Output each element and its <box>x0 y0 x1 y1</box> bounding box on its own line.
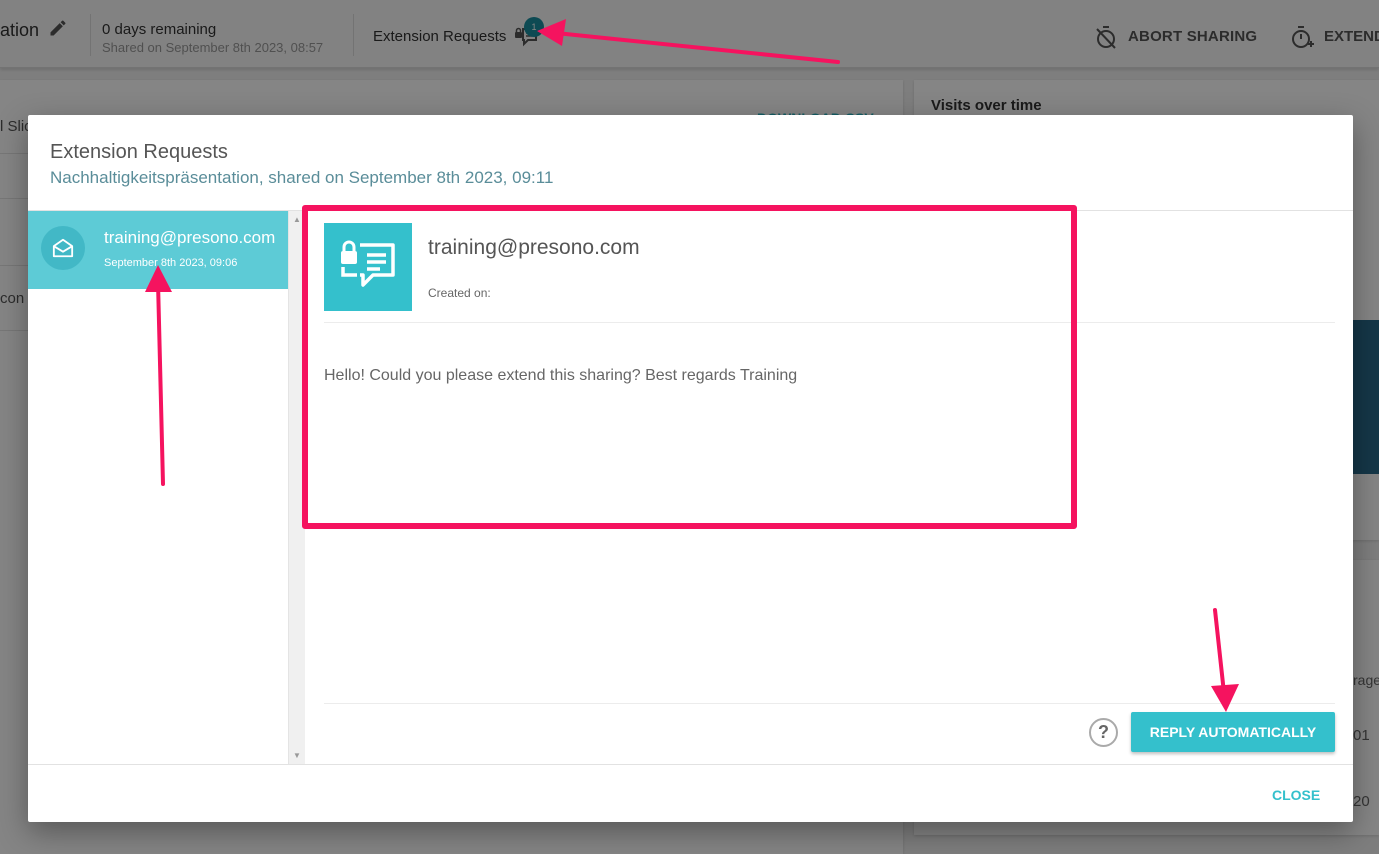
scroll-up-icon[interactable]: ▲ <box>293 215 301 224</box>
avatar <box>41 226 85 270</box>
divider <box>28 764 1353 765</box>
dialog-title: Extension Requests <box>50 141 228 163</box>
request-date: September 8th 2023, 09:06 <box>104 257 238 269</box>
divider <box>324 703 1335 704</box>
help-button[interactable]: ? <box>1089 718 1118 747</box>
reply-automatically-button[interactable]: REPLY AUTOMATICALLY <box>1131 712 1335 752</box>
envelope-open-icon <box>52 238 74 258</box>
request-list: training@presono.com September 8th 2023,… <box>28 211 288 764</box>
list-item[interactable]: training@presono.com September 8th 2023,… <box>28 211 288 289</box>
scroll-down-icon[interactable]: ▼ <box>293 751 301 760</box>
dialog-subtitle: Nachhaltigkeitspräsentation, shared on S… <box>50 168 554 187</box>
highlight-box <box>302 205 1077 529</box>
close-button[interactable]: CLOSE <box>1272 787 1320 803</box>
request-email: training@presono.com <box>104 228 276 247</box>
